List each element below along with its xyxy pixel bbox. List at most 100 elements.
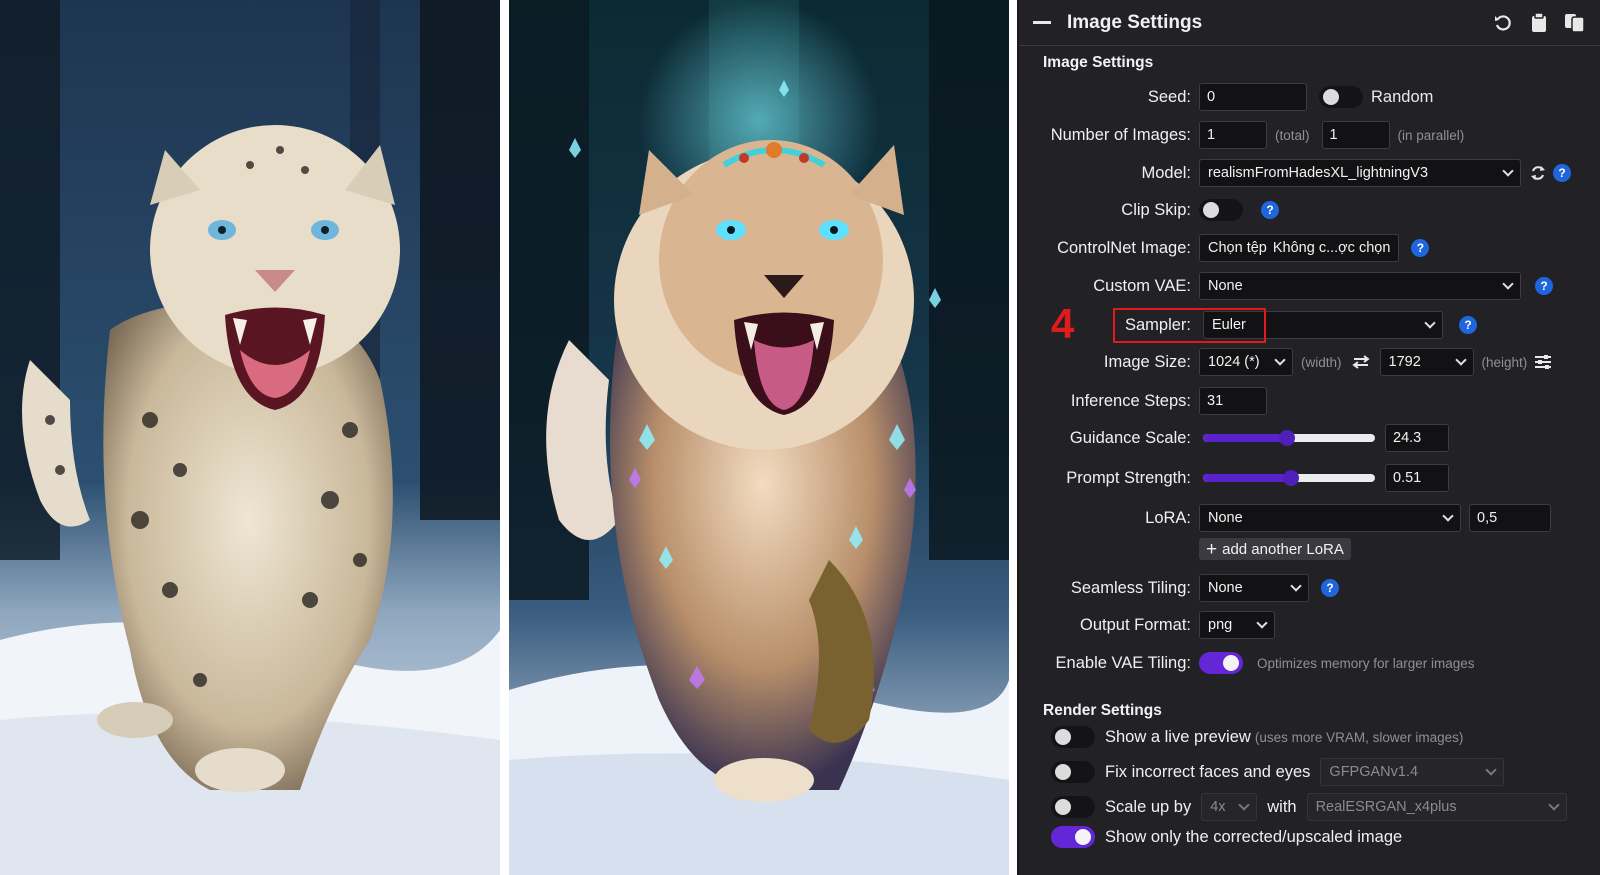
generated-image-snow-leopard[interactable] [0, 0, 500, 875]
sampler-select[interactable]: Euler [1203, 311, 1443, 339]
live-preview-note: (uses more VRAM, slower images) [1254, 729, 1464, 745]
custom-vae-select[interactable]: None [1199, 272, 1521, 300]
random-label: Random [1371, 87, 1434, 106]
generated-image-crystal-lion[interactable] [509, 0, 1009, 875]
face-model-select[interactable]: GFPGANv1.4 [1320, 758, 1505, 786]
model-help-icon[interactable]: ? [1553, 164, 1571, 182]
custom-vae-row: Custom VAE: None ? [1019, 271, 1600, 301]
prompt-strength-input[interactable]: 0.51 [1385, 464, 1449, 492]
guidance-scale-slider[interactable] [1203, 430, 1375, 446]
fix-faces-toggle[interactable] [1051, 761, 1095, 783]
copy-icon[interactable] [1564, 12, 1586, 34]
scale-factor-select[interactable]: 4x [1201, 793, 1258, 821]
seed-label: Seed: [1147, 87, 1191, 106]
fix-faces-label: Fix incorrect faces and eyes [1105, 762, 1311, 781]
chevron-down-icon [1424, 317, 1436, 329]
snow-leopard-image [0, 0, 500, 875]
seamless-tiling-row: Seamless Tiling: None ? [1019, 573, 1600, 603]
controlnet-file-picker[interactable]: Chọn tệp Không c...ợc chọn [1199, 234, 1400, 262]
render-settings-heading: Render Settings [1043, 702, 1162, 719]
live-preview-label: Show a live preview [1105, 727, 1251, 746]
chevron-down-icon [1256, 617, 1268, 629]
chevron-down-icon [1502, 278, 1514, 290]
panel-title: Image Settings [1067, 11, 1203, 33]
clipboard-icon[interactable] [1528, 12, 1550, 34]
output-format-value: png [1208, 617, 1233, 633]
lora-select[interactable]: None [1199, 504, 1461, 532]
inference-steps-row: Inference Steps: 31 [1019, 386, 1600, 416]
parallel-suffix: (in parallel) [1397, 127, 1465, 143]
model-value: realismFromHadesXL_lightningV3 [1208, 165, 1429, 181]
lora-row: LoRA: None 0,5 [1019, 503, 1600, 533]
seed-input[interactable]: 0 [1199, 83, 1307, 111]
custom-vae-help-icon[interactable]: ? [1535, 277, 1553, 295]
slider-thumb[interactable] [1282, 470, 1299, 486]
model-label: Model: [1141, 163, 1191, 182]
prompt-strength-row: Prompt Strength: 0.51 [1019, 463, 1600, 493]
width-select[interactable]: 1024 (*) [1199, 348, 1293, 376]
collapse-icon[interactable] [1033, 21, 1051, 24]
show-corrected-toggle[interactable] [1051, 826, 1095, 848]
prompt-strength-slider[interactable] [1203, 470, 1375, 486]
guidance-scale-row: Guidance Scale: 24.3 [1019, 423, 1600, 453]
num-images-row: Number of Images: 1 (total) 1 (in parall… [1019, 120, 1600, 150]
clip-skip-help-icon[interactable]: ? [1261, 201, 1279, 219]
scale-up-label: Scale up by [1105, 797, 1192, 816]
refresh-models-icon[interactable] [1529, 164, 1547, 182]
chevron-down-icon [1454, 354, 1467, 366]
crystal-lion-image [509, 0, 1009, 875]
image-settings-panel: Image Settings Image Settings Seed: 0 Ra… [1017, 0, 1600, 875]
seamless-tiling-help-icon[interactable]: ? [1321, 579, 1339, 597]
fix-faces-row: Fix incorrect faces and eyes GFPGANv1.4 [1051, 757, 1505, 787]
controlnet-help-icon[interactable]: ? [1411, 239, 1430, 257]
guidance-scale-input[interactable]: 24.3 [1385, 424, 1449, 452]
slider-thumb[interactable] [1279, 430, 1296, 446]
model-select[interactable]: realismFromHadesXL_lightningV3 [1199, 159, 1521, 187]
sampler-value: Euler [1212, 317, 1246, 333]
height-value: 1792 [1388, 354, 1421, 370]
with-label: with [1267, 797, 1297, 816]
show-corrected-label: Show only the corrected/upscaled image [1105, 827, 1403, 846]
random-seed-toggle[interactable] [1319, 86, 1363, 108]
clip-skip-toggle[interactable] [1199, 199, 1243, 221]
num-images-label: Number of Images: [1050, 125, 1191, 144]
vae-tiling-toggle[interactable] [1199, 652, 1243, 674]
sampler-label: Sampler: [1124, 315, 1191, 334]
num-images-parallel-input[interactable]: 1 [1321, 121, 1390, 149]
chevron-down-icon [1485, 764, 1498, 776]
height-suffix: (height) [1481, 354, 1528, 370]
scale-factor-value: 4x [1210, 799, 1226, 815]
chevron-down-icon [1442, 510, 1454, 522]
swap-dimensions-icon[interactable] [1350, 353, 1372, 371]
guidance-scale-label: Guidance Scale: [1069, 428, 1191, 447]
controlnet-label: ControlNet Image: [1057, 238, 1191, 257]
seamless-tiling-label: Seamless Tiling: [1070, 578, 1191, 597]
chevron-down-icon [1290, 580, 1302, 592]
upscaler-model-select[interactable]: RealESRGAN_x4plus [1306, 793, 1567, 821]
show-corrected-row: Show only the corrected/upscaled image [1051, 822, 1402, 852]
image-size-label: Image Size: [1103, 352, 1191, 371]
size-options-icon[interactable] [1533, 353, 1553, 371]
live-preview-toggle[interactable] [1051, 726, 1095, 748]
scale-up-row: Scale up by 4x with RealESRGAN_x4plus [1051, 792, 1567, 822]
num-images-total-input[interactable]: 1 [1199, 121, 1267, 149]
live-preview-row: Show a live preview (uses more VRAM, slo… [1051, 722, 1463, 752]
add-lora-button[interactable]: + add another LoRA [1199, 538, 1351, 560]
file-status: Không c...ợc chọn [1272, 240, 1391, 256]
choose-file-button[interactable]: Chọn tệp [1208, 240, 1267, 256]
seamless-tiling-select[interactable]: None [1199, 574, 1309, 602]
seed-row: Seed: 0 Random [1019, 82, 1600, 112]
output-format-select[interactable]: png [1199, 611, 1275, 639]
scale-up-toggle[interactable] [1051, 796, 1095, 818]
face-model-value: GFPGANv1.4 [1329, 764, 1419, 780]
width-value: 1024 (*) [1208, 354, 1260, 370]
lora-label: LoRA: [1145, 508, 1191, 527]
chevron-down-icon [1547, 799, 1560, 811]
vae-tiling-row: Enable VAE Tiling: Optimizes memory for … [1019, 648, 1600, 678]
inference-steps-input[interactable]: 31 [1199, 387, 1267, 415]
sampler-help-icon[interactable]: ? [1459, 316, 1477, 334]
panel-header: Image Settings [1019, 0, 1600, 46]
height-select[interactable]: 1792 [1379, 348, 1474, 376]
lora-weight-input[interactable]: 0,5 [1469, 504, 1551, 532]
reset-icon[interactable] [1492, 12, 1514, 34]
